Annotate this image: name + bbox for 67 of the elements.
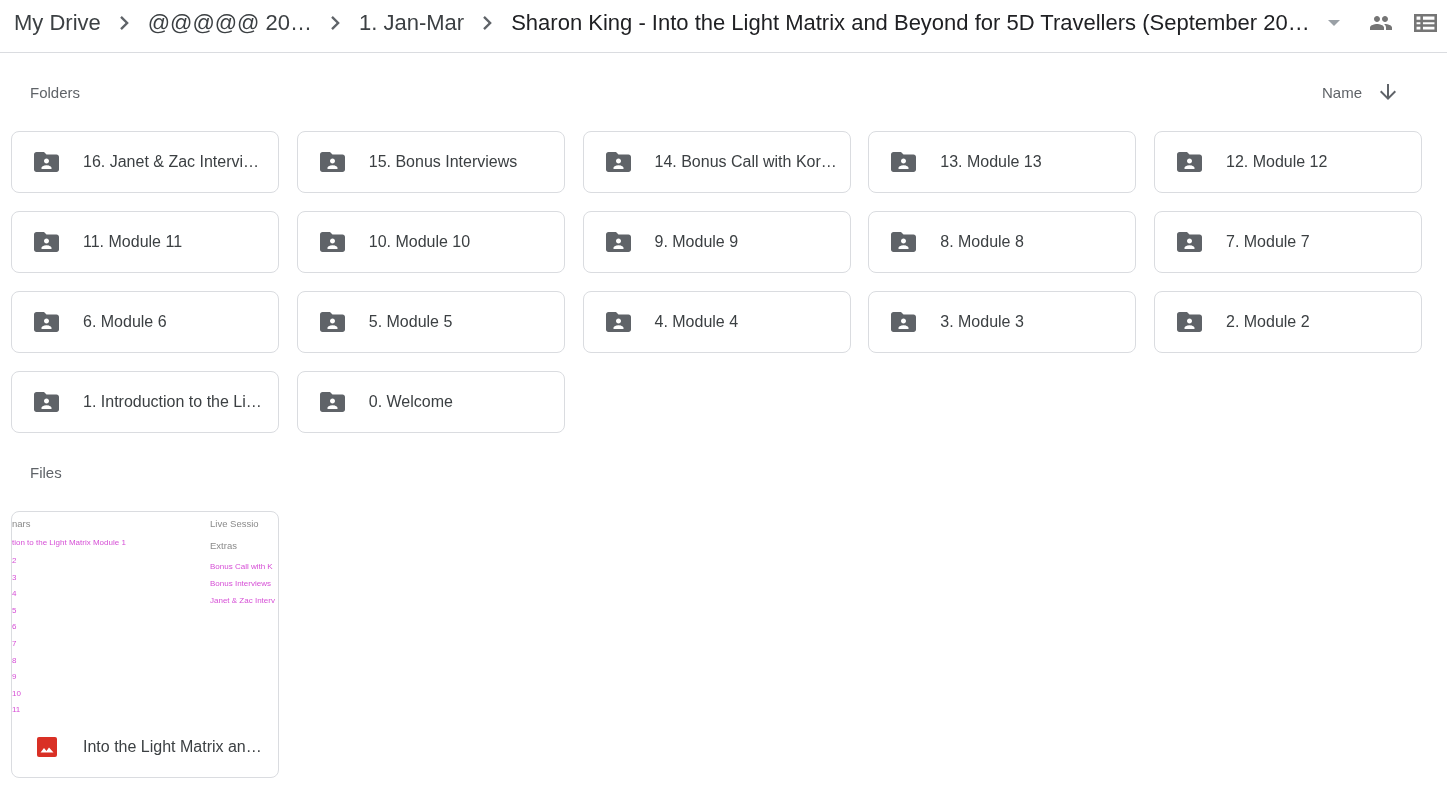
thumbnail-link-text: tion to the Light Matrix Module 1	[12, 537, 126, 549]
folder-card[interactable]: 5. Module 5	[296, 291, 565, 353]
folder-person-icon	[319, 312, 345, 332]
chevron-icon	[119, 16, 129, 30]
thumbnail-link-text: 10	[12, 687, 21, 700]
folder-person-icon	[319, 392, 345, 412]
thumbnail-link-text: Bonus Interviews	[210, 578, 271, 590]
folder-person-icon	[34, 312, 59, 332]
folder-card[interactable]: 11. Module 11	[11, 211, 279, 273]
caret-icon	[1327, 20, 1340, 26]
section-title: Files	[30, 463, 62, 481]
section-title: Folders	[30, 83, 81, 101]
chevron-icon	[483, 16, 493, 30]
thumbnail-link-text: 7	[12, 638, 17, 651]
thumbnail-heading: Live Sessio	[210, 517, 259, 531]
folder-card[interactable]: 6. Module 6	[11, 291, 279, 353]
folder-card[interactable]: 7. Module 7	[1154, 211, 1422, 273]
folder-card[interactable]: 14. Bonus Call with Kor…	[582, 131, 851, 193]
folder-card[interactable]: 10. Module 10	[296, 211, 565, 273]
folder-person-icon	[319, 232, 345, 252]
thumbnail-link-text: 9	[12, 671, 17, 684]
folder-person-icon	[1177, 232, 1202, 252]
thumbnail-link-text: 8	[12, 654, 17, 667]
folder-person-icon	[1177, 312, 1202, 332]
arrow-down-icon[interactable]	[1380, 84, 1396, 100]
breadcrumb-current-folder[interactable]: Sharon King - Into the Light Matrix and Beyond for 5D Travellers (September 20…	[511, 10, 1340, 36]
folder-card[interactable]: 3. Module 3	[868, 291, 1137, 353]
folder-card[interactable]: 9. Module 9	[582, 211, 851, 273]
folder-card[interactable]: 16. Janet & Zac Intervi…	[11, 131, 279, 193]
thumbnail-link-text: 11	[12, 704, 21, 717]
thumbnail-link-text: 3	[12, 571, 17, 584]
breadcrumb-link[interactable]: 1. Jan-Mar	[359, 10, 465, 36]
folder-person-icon	[319, 152, 345, 172]
folder-card[interactable]: 8. Module 8	[868, 211, 1137, 273]
folder-person-icon	[34, 232, 59, 252]
sort-button[interactable]: Name	[1322, 83, 1362, 101]
folder-card[interactable]: 2. Module 2	[1154, 291, 1422, 353]
folder-person-icon	[605, 152, 631, 172]
thumbnail-link-text: Janet & Zac Interv	[210, 595, 275, 607]
folder-person-icon	[891, 232, 917, 252]
image-icon	[37, 737, 57, 757]
thumbnail-link-text: 6	[12, 621, 17, 634]
thumbnail-heading: nars	[12, 517, 31, 531]
chevron-icon	[331, 16, 341, 30]
folder-card[interactable]: 12. Module 12	[1154, 131, 1422, 193]
folder-card[interactable]: 13. Module 13	[868, 131, 1137, 193]
folder-card[interactable]: 1. Introduction to the Li…	[11, 371, 279, 433]
folder-person-icon	[605, 232, 631, 252]
folder-card[interactable]: 15. Bonus Interviews	[296, 131, 565, 193]
thumbnail-link-text: 5	[12, 604, 17, 617]
people-icon[interactable]	[1370, 16, 1392, 30]
list-view-icon[interactable]	[1414, 14, 1437, 32]
folder-person-icon	[891, 312, 917, 332]
folder-person-icon	[891, 152, 917, 172]
thumbnail-link-text: 4	[12, 588, 17, 601]
folder-person-icon	[34, 152, 59, 172]
breadcrumb-link[interactable]: @@@@@ 20…	[147, 10, 313, 36]
folder-person-icon	[1177, 152, 1202, 172]
thumbnail-link-text: Bonus Call with K	[210, 561, 273, 573]
thumbnail-link-text: 2	[12, 555, 17, 568]
folder-card[interactable]: 0. Welcome	[296, 371, 565, 433]
thumbnail-heading: Extras	[210, 539, 237, 553]
folder-card[interactable]: 4. Module 4	[582, 291, 851, 353]
file-card[interactable]: nars tion to the Light Matrix Module 1 2 3 4 5 6 7 8 9 10 11 Live Sessio Extras Bonus Call with K Bonus Interviews Janet & Zac Interv Into the Light Matrix an…	[11, 511, 279, 778]
folder-person-icon	[34, 392, 59, 412]
breadcrumb-link[interactable]: My Drive	[14, 10, 101, 36]
folder-person-icon	[605, 312, 631, 332]
